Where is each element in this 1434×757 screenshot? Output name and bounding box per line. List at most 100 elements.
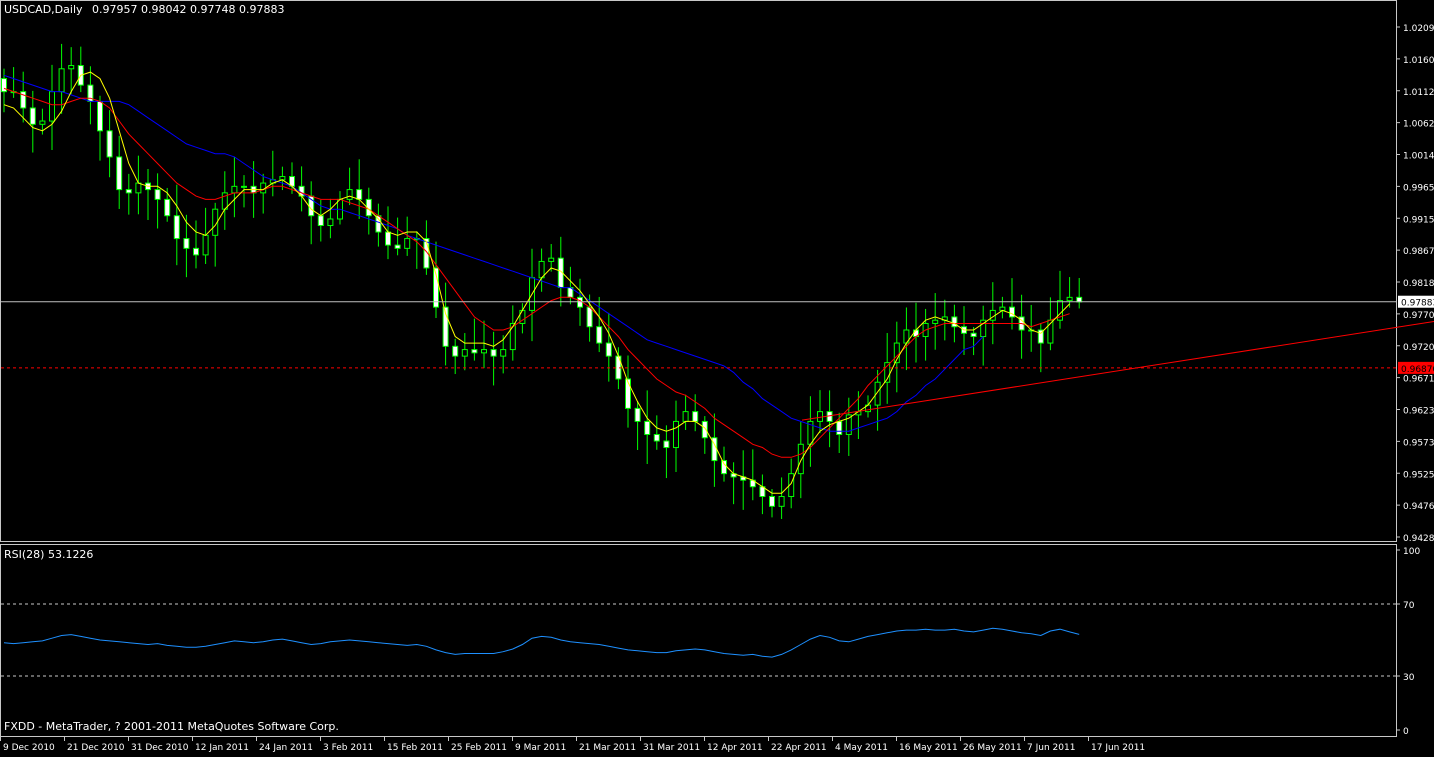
candle-body bbox=[769, 496, 775, 507]
candle-body bbox=[346, 189, 353, 200]
chart-symbol-label: USDCAD,Daily bbox=[4, 3, 83, 16]
chart-window[interactable]: 1.02095 1.01600 1.01120 1.00625 1.00145 0.996… bbox=[0, 0, 1434, 753]
candle-body bbox=[644, 420, 651, 435]
time-axis-label: 25 Feb 2011 bbox=[451, 743, 507, 753]
price-axis-label: 0.98180 bbox=[1403, 279, 1434, 289]
candle-body bbox=[605, 342, 612, 357]
time-axis-label: 17 Jun 2011 bbox=[1091, 743, 1145, 753]
candle-body bbox=[49, 91, 55, 122]
candle-body bbox=[327, 218, 334, 227]
chart-canvas[interactable]: 1.02095 1.01600 1.01120 1.00625 1.00145 0.996… bbox=[0, 0, 1434, 753]
candle-body bbox=[356, 189, 363, 200]
candle-body bbox=[797, 443, 804, 475]
candle-body bbox=[125, 189, 132, 194]
chart-ohlc-readout: 0.97957 0.98042 0.97748 0.97883 bbox=[92, 3, 284, 16]
candle-body bbox=[29, 107, 36, 125]
price-axis-label: 0.98675 bbox=[1403, 247, 1434, 257]
time-axis-label: 16 May 2011 bbox=[899, 743, 958, 753]
time-axis-label: 9 Mar 2011 bbox=[515, 743, 566, 753]
candle-body bbox=[970, 332, 977, 338]
candle-body bbox=[183, 238, 190, 249]
candle-body bbox=[692, 411, 699, 422]
price-axis-label: 0.97700 bbox=[1403, 311, 1434, 321]
candle-body bbox=[500, 349, 507, 357]
candle-body bbox=[461, 349, 468, 357]
candle-body bbox=[634, 407, 641, 422]
rsi-axis-label: 0 bbox=[1403, 727, 1409, 737]
price-axis-label: 0.95255 bbox=[1403, 470, 1434, 480]
time-axis-label: 31 Dec 2010 bbox=[131, 743, 189, 753]
price-axis-label: 1.01600 bbox=[1403, 56, 1434, 66]
candle-body bbox=[106, 130, 113, 158]
candle-body bbox=[653, 433, 660, 442]
price-axis-label: 0.94760 bbox=[1403, 502, 1434, 512]
time-axis-label: 21 Dec 2010 bbox=[67, 743, 125, 753]
candle-body bbox=[817, 411, 823, 422]
price-axis-label: 1.01120 bbox=[1403, 88, 1434, 98]
candle-body bbox=[231, 185, 238, 194]
time-axis-label: 21 Mar 2011 bbox=[579, 743, 636, 753]
price-axis-label: 0.99650 bbox=[1403, 183, 1434, 193]
candle-body bbox=[490, 349, 497, 357]
candle-body bbox=[682, 411, 689, 422]
candle-body bbox=[452, 345, 459, 357]
candle-body bbox=[932, 319, 939, 324]
time-axis-label: 3 Feb 2011 bbox=[323, 743, 373, 753]
price-axis-label: 1.00625 bbox=[1403, 120, 1434, 130]
time-axis-label: 15 Feb 2011 bbox=[387, 743, 443, 753]
current-price-label: 0.97883 bbox=[1401, 299, 1434, 309]
time-axis-label: 24 Jan 2011 bbox=[259, 743, 313, 753]
time-axis-label: 12 Apr 2011 bbox=[707, 743, 763, 753]
candle-body bbox=[135, 182, 142, 194]
candle-body bbox=[193, 247, 199, 256]
level-price-label: 0.96870 bbox=[1401, 365, 1434, 375]
candle-body bbox=[394, 244, 401, 249]
candle-body bbox=[173, 215, 180, 240]
price-axis-label: 1.02095 bbox=[1403, 24, 1434, 34]
candle-body bbox=[836, 420, 843, 435]
candle-body bbox=[596, 326, 603, 344]
price-axis-label: 0.96710 bbox=[1403, 375, 1434, 385]
candle-body bbox=[164, 198, 171, 217]
time-axis-label: 26 May 2011 bbox=[963, 743, 1022, 753]
candle-body bbox=[317, 215, 324, 227]
time-axis-label: 12 Jan 2011 bbox=[195, 743, 249, 753]
time-axis-label: 31 Mar 2011 bbox=[643, 743, 700, 753]
candle-body bbox=[58, 68, 65, 93]
candle-body bbox=[663, 440, 670, 449]
candle-body bbox=[586, 306, 593, 328]
candle-body bbox=[404, 238, 411, 249]
candle-body bbox=[39, 120, 46, 125]
copyright-footer: FXDD - MetaTrader, ? 2001-2011 MetaQuote… bbox=[4, 720, 339, 733]
candle-body bbox=[673, 420, 679, 449]
candle-body bbox=[721, 460, 727, 475]
candle-body bbox=[471, 349, 478, 354]
price-axis-label: 0.99155 bbox=[1403, 215, 1434, 225]
rsi-axis-label: 70 bbox=[1403, 601, 1415, 611]
time-axis-label: 4 May 2011 bbox=[835, 743, 888, 753]
price-axis-label: 0.95735 bbox=[1403, 438, 1434, 448]
price-axis-label: 1.00145 bbox=[1403, 152, 1434, 162]
candle-body bbox=[1, 78, 7, 93]
candle-body bbox=[778, 496, 785, 507]
candle-body bbox=[97, 100, 103, 132]
time-axis-label: 22 Apr 2011 bbox=[771, 743, 827, 753]
rsi-axis-label: 30 bbox=[1403, 673, 1415, 683]
candle-body bbox=[625, 378, 631, 409]
candle-body bbox=[385, 231, 391, 246]
candle-body bbox=[202, 234, 209, 256]
rsi-indicator-label: RSI(28) 53.1226 bbox=[4, 548, 93, 561]
candle-body bbox=[68, 65, 75, 70]
price-axis-label: 0.94280 bbox=[1403, 534, 1434, 544]
rsi-axis-label: 100 bbox=[1403, 547, 1420, 557]
candle-body bbox=[481, 349, 487, 354]
time-axis-label: 7 Jun 2011 bbox=[1027, 743, 1075, 753]
price-axis-label: 0.96230 bbox=[1403, 407, 1434, 417]
candle-body bbox=[241, 185, 247, 188]
candle-body bbox=[548, 257, 555, 262]
price-axis-label: 0.97205 bbox=[1403, 343, 1434, 353]
candle-body bbox=[701, 420, 708, 439]
candle-body bbox=[116, 156, 123, 191]
candle-body bbox=[1066, 296, 1073, 302]
time-axis-label: 9 Dec 2010 bbox=[3, 743, 55, 753]
